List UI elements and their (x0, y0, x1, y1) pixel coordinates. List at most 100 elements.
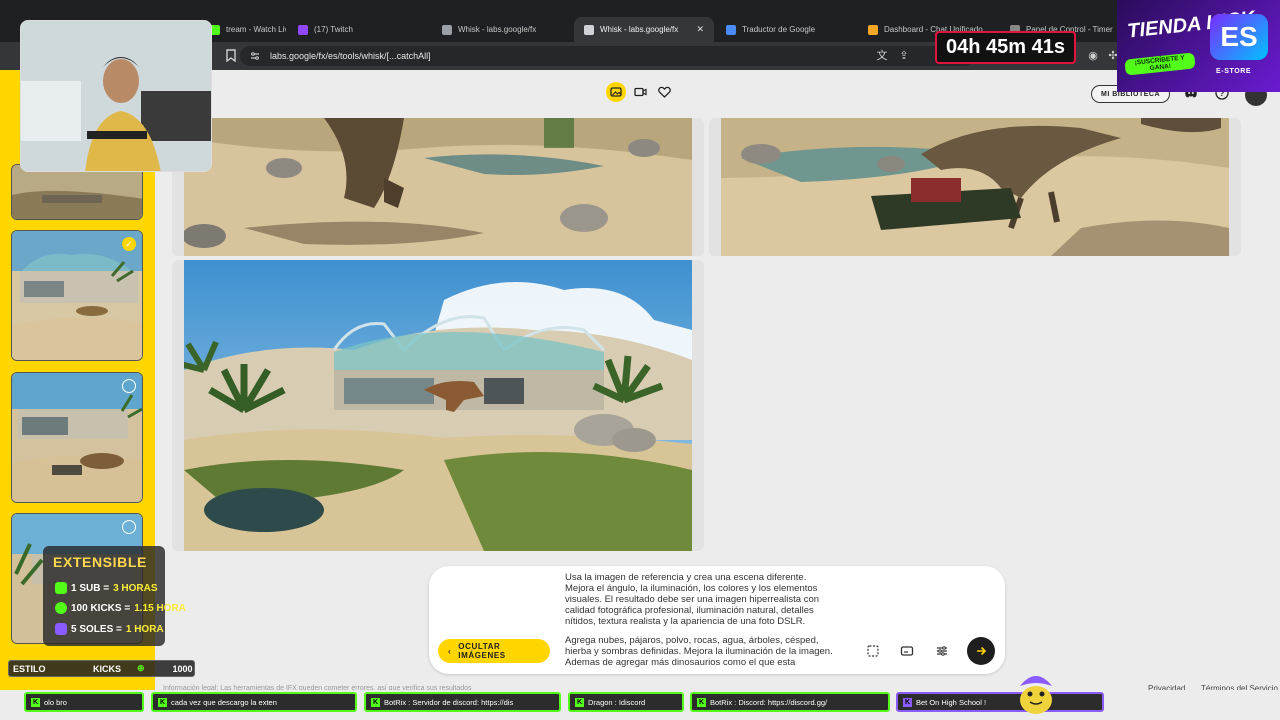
prompt-paragraph-1[interactable]: Usa la imagen de referencia y crea una e… (565, 572, 837, 626)
select-circle-icon[interactable] (122, 520, 136, 534)
mascot-icon (1020, 676, 1052, 714)
kick-badge-icon: K (371, 697, 380, 707)
whisk-favicon-icon (442, 24, 452, 35)
store-logo-icon: ES (1210, 14, 1268, 60)
result-image-card-1[interactable] (172, 118, 704, 256)
translate-favicon-icon (726, 24, 736, 35)
webcam-overlay (20, 20, 212, 172)
result-image (184, 118, 692, 256)
row-right: 1.15 HORA (134, 602, 186, 614)
chat-text: cada vez que descargo la exten (171, 697, 277, 707)
webcam-feed-image (21, 21, 211, 171)
kick-badge-icon: K (31, 697, 40, 707)
soles-icon (55, 623, 67, 635)
kicks-icon (55, 602, 67, 614)
stream-timer: 04h 45m 41s (935, 31, 1076, 64)
whisk-favicon-icon (584, 24, 594, 35)
thumbnail-3[interactable] (11, 372, 143, 503)
thumbnail-1[interactable] (11, 164, 143, 220)
tab-whisk-active[interactable]: Whisk - labs.google/fx ✕ (574, 17, 714, 42)
thumbnail-image (12, 165, 142, 219)
chat-chip: Kolo bro (24, 692, 144, 712)
tab-label: Traductor de Google (742, 25, 816, 34)
kick-badge-icon: K (903, 697, 912, 707)
extensible-title: EXTENSIBLE (53, 554, 147, 570)
tab-translate[interactable]: Traductor de Google (716, 17, 856, 42)
kick-badge-icon: K (697, 697, 706, 707)
tab-label: tream - Watch Liv (226, 25, 286, 34)
plus-circle-icon: ⊕ (137, 663, 145, 673)
chat-chip: K Dragon : Idiscord (568, 692, 684, 712)
row-left: 100 KICKS = (71, 602, 131, 614)
row-right: 3 HORAS (113, 582, 158, 594)
site-settings-icon[interactable] (250, 51, 260, 61)
chat-text: Dragon : Idiscord (588, 697, 646, 707)
thumbnail-2[interactable]: ✓ (11, 230, 143, 361)
image-format-icon[interactable] (900, 644, 914, 658)
kick-badge-icon: K (575, 697, 584, 707)
kick-store-banner: TIENDA KICK ¡SUSCRÍBETE Y GANA! ES E-STO… (1117, 0, 1280, 92)
store-subtitle: ¡SUSCRÍBETE Y GANA! (1124, 52, 1196, 76)
bookmark-icon[interactable] (224, 49, 238, 63)
tab-label: (17) Twitch (314, 25, 353, 34)
thumbnail-image (12, 231, 142, 360)
close-tab-icon[interactable]: ✕ (696, 24, 704, 35)
hide-images-label: OCULTAR IMÁGENES (458, 642, 506, 660)
tab-twitch[interactable]: (17) Twitch (288, 17, 428, 42)
share-icon[interactable]: ⇪ (897, 49, 911, 63)
prompt-paragraph-2[interactable]: Agrega nubes, pájaros, polvo, rocas, agu… (565, 635, 837, 667)
prompt-panel: Usa la imagen de referencia y crea una e… (429, 566, 1005, 674)
extensible-widget: EXTENSIBLE 1 SUB = 3 HORAS 100 KICKS = 1… (43, 546, 186, 646)
video-mode-icon (633, 87, 647, 97)
thumbnail-image (12, 373, 142, 502)
chat-text: BotRix : Servidor de discord: https://di… (384, 697, 514, 707)
tab-label: Whisk - labs.google/fx (458, 25, 537, 34)
gift-icon (55, 582, 67, 594)
tab-kick-stream[interactable]: tream - Watch Liv (200, 17, 286, 42)
kick-bar-value: 1000 (172, 663, 193, 674)
chat-chip: Kcada vez que descargo la exten (151, 692, 357, 712)
url-text: labs.google/fx/es/tools/whisk/[...catchA… (270, 51, 431, 61)
chat-chip: K Bet On High School ! (896, 692, 1104, 712)
result-image-card-3[interactable] (172, 260, 704, 551)
url-bar[interactable]: labs.google/fx/es/tools/whisk/[...catchA… (240, 46, 975, 66)
chat-text: BotRix : Discord: https://discord.gg/ (710, 697, 828, 707)
extensible-row-soles: 5 SOLES = 1 HORA (55, 623, 164, 635)
hide-images-button[interactable]: ‹ OCULTAR IMÁGENES (438, 639, 550, 663)
chat-text: Bet On High School ! (916, 697, 987, 707)
mode-switcher (606, 82, 674, 102)
image-mode-icon (610, 87, 622, 97)
extensible-row-sub: 1 SUB = 3 HORAS (55, 582, 158, 594)
image-mode-button[interactable] (606, 82, 626, 102)
row-left: 1 SUB = (71, 582, 110, 594)
chat-chip: K BotRix : Servidor de discord: https://d… (364, 692, 561, 712)
extensible-row-kicks: 100 KICKS = 1.15 HORA (55, 602, 186, 614)
twitch-favicon-icon (298, 24, 308, 35)
select-circle-icon[interactable] (122, 379, 136, 393)
result-image-card-2[interactable] (709, 118, 1241, 256)
favorites-icon (657, 86, 671, 98)
store-label: E-STORE (1216, 68, 1252, 75)
result-image (184, 260, 692, 551)
kick-badge-icon: K (158, 697, 167, 707)
result-image (721, 118, 1229, 256)
video-mode-button[interactable] (630, 82, 650, 102)
row-right: 1 HORA (125, 623, 164, 635)
selected-check-icon[interactable]: ✓ (122, 237, 136, 251)
submit-button[interactable] (967, 637, 995, 665)
aspect-ratio-icon[interactable] (866, 644, 880, 658)
extension-icon[interactable]: ◉ (1086, 49, 1100, 63)
kick-bar-mid: KICKS (93, 663, 122, 674)
tab-label: Whisk - labs.google/fx (600, 25, 679, 34)
arrow-right-icon (977, 646, 987, 656)
favorites-button[interactable] (654, 82, 674, 102)
chevron-left-icon: ‹ (448, 646, 452, 656)
chat-text: olo bro (44, 697, 67, 707)
settings-sliders-icon[interactable] (935, 644, 949, 658)
row-left: 5 SOLES = (71, 623, 122, 635)
tab-whisk-1[interactable]: Whisk - labs.google/fx (432, 17, 572, 42)
chat-chip: K BotRix : Discord: https://discord.gg/ (690, 692, 890, 712)
dashboard-favicon-icon (868, 24, 878, 35)
translate-page-icon[interactable]: 文 (875, 49, 889, 63)
kicks-counter-bar: ESTILO KICKS ⊕ 1000 (8, 660, 195, 677)
